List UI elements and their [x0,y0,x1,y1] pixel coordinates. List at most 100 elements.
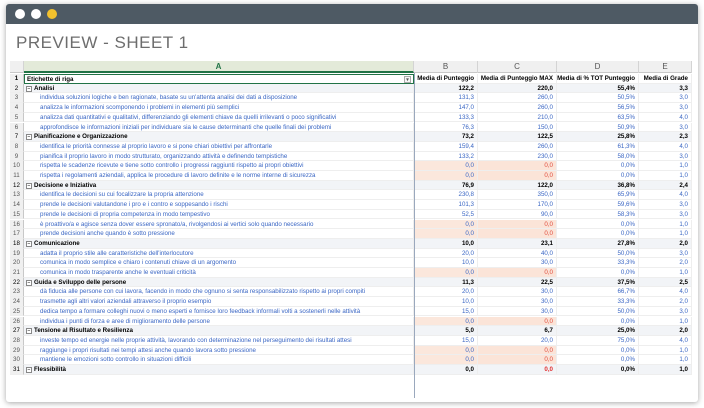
cell-media-punteggio-max[interactable]: 210,0 [478,112,557,123]
cell-media-punteggio-max[interactable]: 260,0 [478,141,557,152]
item-label-cell[interactable]: comunica in modo semplice e chiaro i con… [24,258,414,268]
cell-media-punteggio-max[interactable]: 20,0 [478,335,557,346]
cell-media-punteggio-max[interactable]: 30,0 [478,297,557,307]
item-label-cell[interactable]: analizza le informazioni scomponendo i p… [24,103,414,113]
cell-media-punteggio-max[interactable]: 260,0 [478,103,557,113]
cell-media-grade[interactable]: 1,0 [639,171,692,181]
cell-media-punteggio[interactable]: 10,0 [414,258,478,268]
cell-media-punteggio-max[interactable]: 30,0 [478,287,557,298]
item-label-cell[interactable]: mantiene le emozioni sotto controllo in … [24,355,414,365]
column-header-c[interactable]: C [478,61,557,73]
cell-media-punteggio[interactable]: 10,0 [414,297,478,307]
cell-media-tot-punteggio[interactable]: 25,0% [557,326,639,336]
cell-media-tot-punteggio[interactable]: 59,6% [557,200,639,210]
row-number[interactable]: 19 [10,248,24,259]
row-number[interactable]: 3 [10,93,24,104]
header-media-punteggio[interactable]: Media di Punteggio [414,74,478,84]
cell-media-grade[interactable]: 1,0 [639,316,692,327]
column-header-b[interactable]: B [414,61,478,73]
cell-media-punteggio[interactable]: 10,0 [414,238,478,249]
cell-media-tot-punteggio[interactable]: 63,5% [557,112,639,123]
cell-media-tot-punteggio[interactable]: 0,0% [557,171,639,181]
row-number[interactable]: 9 [10,151,24,162]
cell-media-punteggio[interactable]: 159,4 [414,141,478,152]
cell-media-grade[interactable]: 1,0 [639,229,692,239]
cell-media-punteggio[interactable]: 0,0 [414,365,478,375]
cell-media-punteggio[interactable]: 0,0 [414,171,478,181]
row-number[interactable]: 18 [10,238,24,249]
collapse-icon[interactable]: − [26,182,32,189]
cell-media-tot-punteggio[interactable]: 55,4% [557,83,639,94]
row-number[interactable]: 25 [10,306,24,317]
cell-media-grade[interactable]: 2,0 [639,297,692,307]
cell-media-tot-punteggio[interactable]: 27,8% [557,238,639,249]
cell-media-tot-punteggio[interactable]: 66,7% [557,287,639,298]
row-number[interactable]: 15 [10,209,24,220]
row-number[interactable]: 4 [10,103,24,113]
cell-media-tot-punteggio[interactable]: 0,0% [557,229,639,239]
cell-media-punteggio[interactable]: 0,0 [414,316,478,327]
cell-media-punteggio[interactable]: 15,0 [414,335,478,346]
cell-media-grade[interactable]: 4,0 [639,190,692,201]
item-label-cell[interactable]: approfondisce le informazioni iniziali p… [24,122,414,133]
cell-media-grade[interactable]: 4,0 [639,141,692,152]
collapse-icon[interactable]: − [26,328,32,335]
cell-media-punteggio[interactable]: 0,0 [414,219,478,230]
row-number[interactable]: 11 [10,171,24,181]
row-number[interactable]: 22 [10,277,24,288]
cell-media-grade[interactable]: 1,0 [639,219,692,230]
row-number[interactable]: 10 [10,161,24,171]
item-label-cell[interactable]: analizza dati quantitativi e qualitativi… [24,112,414,123]
item-label-cell[interactable]: individua i punti di forza e aree di mig… [24,316,414,327]
cell-media-punteggio-max[interactable]: 150,0 [478,122,557,133]
group-label-cell[interactable]: − Pianificazione e Organizzazione [24,132,414,142]
cell-media-punteggio-max[interactable]: 122,0 [478,180,557,191]
row-number[interactable]: 31 [10,365,24,375]
cell-media-tot-punteggio[interactable]: 50,9% [557,122,639,133]
row-number[interactable]: 30 [10,355,24,365]
cell-media-punteggio[interactable]: 133,2 [414,151,478,162]
cell-media-punteggio-max[interactable]: 6,7 [478,326,557,336]
cell-media-tot-punteggio[interactable]: 58,0% [557,151,639,162]
cell-media-punteggio[interactable]: 0,0 [414,345,478,356]
cell-media-grade[interactable]: 1,0 [639,355,692,365]
cell-media-tot-punteggio[interactable]: 0,0% [557,355,639,365]
cell-media-punteggio-max[interactable]: 0,0 [478,229,557,239]
cell-media-punteggio-max[interactable]: 230,0 [478,151,557,162]
column-header-e[interactable]: E [639,61,692,73]
spreadsheet[interactable]: A B C D E 1 Etichette di riga ▾ Media di… [10,61,692,398]
cell-media-grade[interactable]: 2,3 [639,132,692,142]
cell-media-punteggio-max[interactable]: 220,0 [478,83,557,94]
row-number[interactable]: 8 [10,141,24,152]
cell-media-punteggio-max[interactable]: 22,5 [478,277,557,288]
item-label-cell[interactable]: è proattivo/a e agisce senza dover esser… [24,219,414,230]
cell-media-punteggio-max[interactable]: 350,0 [478,190,557,201]
column-header-a[interactable]: A [24,61,414,73]
cell-media-punteggio-max[interactable]: 0,0 [478,345,557,356]
row-number[interactable]: 29 [10,345,24,356]
item-label-cell[interactable]: prende le decisioni di propria competenz… [24,209,414,220]
cell-media-tot-punteggio[interactable]: 0,0% [557,345,639,356]
cell-media-punteggio-max[interactable]: 0,0 [478,219,557,230]
row-labels-header[interactable]: Etichette di riga ▾ [24,74,414,84]
cell-media-tot-punteggio[interactable]: 61,3% [557,141,639,152]
cell-media-tot-punteggio[interactable]: 0,0% [557,268,639,278]
item-label-cell[interactable]: rispetta i regolamenti aziendali, applic… [24,171,414,181]
item-label-cell[interactable]: individua soluzioni logiche e ben ragion… [24,93,414,104]
window-minimize-dot[interactable] [31,9,41,19]
cell-media-grade[interactable]: 3,0 [639,209,692,220]
cell-media-tot-punteggio[interactable]: 50,5% [557,93,639,104]
cell-media-punteggio-max[interactable]: 30,0 [478,306,557,317]
cell-media-punteggio-max[interactable]: 0,0 [478,355,557,365]
cell-media-punteggio-max[interactable]: 90,0 [478,209,557,220]
row-number[interactable]: 23 [10,287,24,298]
cell-media-grade[interactable]: 3,0 [639,151,692,162]
cell-media-punteggio-max[interactable]: 122,5 [478,132,557,142]
cell-media-grade[interactable]: 1,0 [639,268,692,278]
row-number[interactable]: 20 [10,258,24,268]
cell-media-punteggio[interactable]: 20,0 [414,248,478,259]
item-label-cell[interactable]: dedica tempo a formare colleghi nuovi o … [24,306,414,317]
row-number[interactable]: 1 [10,74,24,84]
item-label-cell[interactable]: raggiunge i propri risultati nei tempi a… [24,345,414,356]
row-number[interactable]: 27 [10,326,24,336]
